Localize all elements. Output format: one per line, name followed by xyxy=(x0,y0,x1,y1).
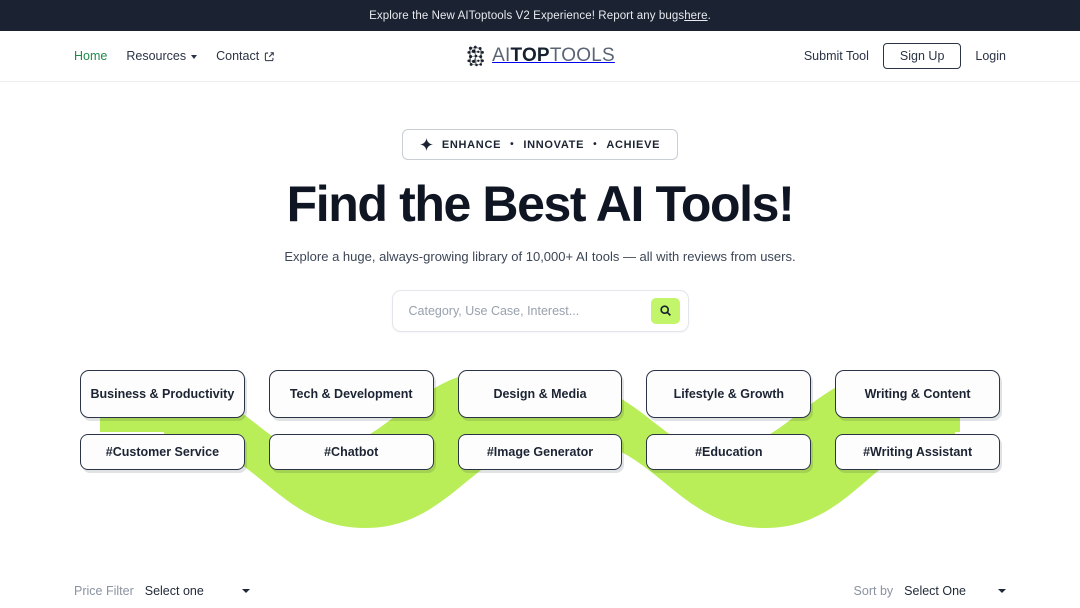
page-title: Find the Best AI Tools! xyxy=(286,176,795,232)
nav-item-contact[interactable]: Contact xyxy=(216,49,275,63)
login-link[interactable]: Login xyxy=(975,49,1006,63)
primary-nav: Home Resources Contact xyxy=(74,49,275,63)
price-filter-label: Price Filter xyxy=(74,583,134,598)
logo-wordmark: AITOPTOOLS xyxy=(492,45,615,67)
tag-button-customer-service[interactable]: #Customer Service xyxy=(80,433,245,470)
sign-up-button[interactable]: Sign Up xyxy=(882,42,962,70)
nav-item-home[interactable]: Home xyxy=(74,49,107,63)
sort-filter-group: Sort by Select One xyxy=(854,584,1006,598)
brain-network-icon xyxy=(467,45,484,67)
nav-item-resources-label: Resources xyxy=(126,49,187,63)
price-filter-group: Price Filter Select one xyxy=(74,584,250,598)
category-button-lifestyle-growth[interactable]: Lifestyle & Growth xyxy=(646,369,812,418)
tag-button-writing-assistant[interactable]: #Writing Assistant xyxy=(835,433,1000,470)
secondary-nav: Submit Tool Sign Up Login xyxy=(804,42,1006,70)
search-input[interactable] xyxy=(392,303,651,318)
announcement-link[interactable]: here xyxy=(684,10,707,22)
price-filter-value: Select one xyxy=(144,583,204,598)
site-header: Home Resources Contact AITOPTOOLS Submit… xyxy=(0,31,1080,82)
tag-button-chatbot[interactable]: #Chatbot xyxy=(268,433,434,470)
hero-badge-sep-1: • xyxy=(510,139,515,150)
category-row: Business & Productivity Tech & Developme… xyxy=(80,369,1000,418)
search-icon xyxy=(659,305,671,316)
chevron-down-icon xyxy=(998,588,1006,593)
filter-bar: Price Filter Select one Sort by Select O… xyxy=(0,584,1080,598)
category-button-design-media[interactable]: Design & Media xyxy=(457,369,623,418)
hero-subtitle: Explore a huge, always-growing library o… xyxy=(284,248,796,264)
nav-item-contact-label: Contact xyxy=(216,49,260,63)
hero-badge: ENHANCE • INNOVATE • ACHIEVE xyxy=(401,129,679,160)
search-bar xyxy=(391,289,689,332)
external-link-icon xyxy=(265,51,274,61)
logo-part-ai: AI xyxy=(492,45,511,66)
tag-row: #Customer Service #Chatbot #Image Genera… xyxy=(80,433,1000,470)
category-button-tech-development[interactable]: Tech & Development xyxy=(268,369,434,418)
hero-badge-word-1: ENHANCE xyxy=(441,138,502,151)
site-logo[interactable]: AITOPTOOLS xyxy=(465,44,615,68)
hero-badge-word-3: ACHIEVE xyxy=(606,138,661,151)
sparkle-icon xyxy=(419,138,433,151)
chevron-down-icon xyxy=(191,55,198,59)
submit-tool-link[interactable]: Submit Tool xyxy=(804,49,869,63)
nav-item-home-label: Home xyxy=(74,49,108,63)
sort-by-label: Sort by xyxy=(853,583,894,598)
tag-button-education[interactable]: #Education xyxy=(646,433,812,470)
logo-part-tools: TOOLS xyxy=(549,45,615,66)
hero-badge-word-2: INNOVATE xyxy=(523,138,585,151)
hero-badge-sep-2: • xyxy=(593,139,598,150)
announcement-text-end: . xyxy=(707,9,711,22)
category-buttons-wrapper: Business & Productivity Tech & Developme… xyxy=(0,369,1080,470)
category-button-writing-content[interactable]: Writing & Content xyxy=(835,369,1000,418)
announcement-text: Explore the New AIToptools V2 Experience… xyxy=(369,9,685,22)
category-section: Business & Productivity Tech & Developme… xyxy=(0,369,1080,540)
announcement-bar: Explore the New AIToptools V2 Experience… xyxy=(0,0,1080,31)
tag-button-image-generator[interactable]: #Image Generator xyxy=(457,433,623,470)
category-button-business-productivity[interactable]: Business & Productivity xyxy=(80,369,245,418)
nav-item-resources[interactable]: Resources xyxy=(126,49,198,63)
search-button[interactable] xyxy=(650,297,680,324)
hero-section: ENHANCE • INNOVATE • ACHIEVE Find the Be… xyxy=(0,82,1080,332)
sort-by-select[interactable]: Select One xyxy=(904,584,1006,598)
chevron-down-icon xyxy=(241,588,250,593)
sort-by-value: Select One xyxy=(904,583,966,598)
price-filter-select[interactable]: Select one xyxy=(145,584,250,598)
logo-part-top: TOP xyxy=(510,45,550,66)
